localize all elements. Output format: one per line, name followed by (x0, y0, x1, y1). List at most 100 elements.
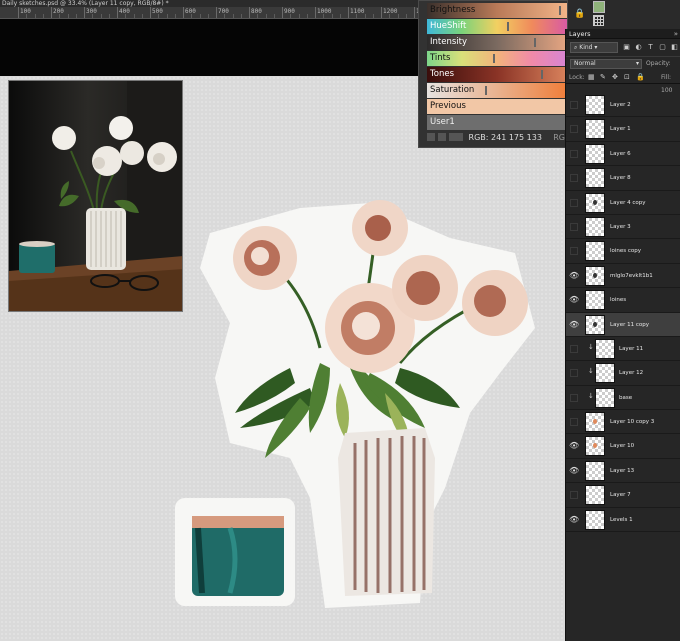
visibility-eye-icon[interactable] (570, 149, 578, 158)
user1-swatch[interactable]: User1 (427, 115, 567, 130)
reference-photo-image (9, 81, 182, 311)
visibility-eye-icon[interactable]: 👁 (569, 466, 579, 476)
lock-icon[interactable]: 🔒 (574, 9, 585, 19)
visibility-eye-icon[interactable]: 👁 (569, 295, 579, 305)
hueshift-knob[interactable] (507, 22, 509, 31)
layer-row[interactable]: 👁 Layer 11 copy (566, 312, 680, 337)
grid-icon[interactable] (593, 15, 604, 26)
lock-pixels-icon[interactable]: ✎ (600, 73, 608, 81)
panel-collapse-icon[interactable]: » (674, 29, 678, 39)
brightness-knob[interactable] (558, 6, 561, 15)
visibility-eye-icon[interactable] (570, 125, 578, 134)
brightness-slider[interactable]: Brightness (427, 3, 567, 18)
layer-row[interactable]: Layer 3 (566, 214, 680, 240)
layer-thumbnail[interactable] (585, 168, 605, 189)
intensity-slider[interactable]: Intensity (427, 35, 567, 50)
lock-transparency-icon[interactable]: ▦ (588, 73, 596, 81)
layer-thumbnail[interactable] (585, 290, 605, 311)
layer-row[interactable]: Layer 6 (566, 141, 680, 167)
layer-row[interactable]: Layer 7 (566, 483, 680, 508)
filter-kind-select[interactable]: ⌕ Kind ▾ (570, 42, 618, 53)
saturation-label: Saturation (430, 85, 475, 95)
shape-filter-icon[interactable]: ▢ (658, 43, 667, 52)
lock-artboard-icon[interactable]: ⊡ (624, 73, 632, 81)
layer-thumbnail[interactable] (585, 485, 605, 506)
visibility-eye-icon[interactable] (570, 247, 578, 256)
ruler-minor-tick (158, 14, 160, 18)
layer-row[interactable]: Layer 8 (566, 166, 680, 191)
layer-row[interactable]: 👁 Layer 13 (566, 458, 680, 484)
visibility-eye-icon[interactable] (570, 418, 578, 427)
visibility-eye-icon[interactable] (570, 393, 578, 402)
layer-row[interactable]: 👁 loines (566, 288, 680, 313)
layer-row[interactable]: ↓ Layer 12 (566, 361, 680, 386)
layer-thumbnail[interactable] (585, 314, 605, 335)
swatch-square-icon[interactable] (449, 133, 463, 141)
visibility-eye-icon[interactable]: 👁 (569, 441, 579, 451)
layer-row[interactable]: ↓ base (566, 385, 680, 411)
layer-thumbnail[interactable] (595, 338, 615, 359)
layer-row[interactable]: Layer 4 copy (566, 190, 680, 215)
layer-name: Layer 10 copy 3 (610, 419, 655, 426)
visibility-eye-icon[interactable] (570, 491, 578, 500)
layer-thumbnail[interactable] (585, 412, 605, 433)
visibility-eye-icon[interactable] (570, 222, 578, 231)
layer-thumbnail[interactable] (585, 95, 605, 115)
layer-thumbnail[interactable] (585, 460, 605, 481)
layer-row[interactable]: ↓ Layer 11 (566, 336, 680, 362)
swatch-thumbnail[interactable] (593, 1, 605, 13)
intensity-knob[interactable] (533, 38, 536, 47)
opacity-label[interactable]: Opacity: (646, 57, 671, 71)
ruler-tick-label: 300 (84, 7, 97, 18)
visibility-eye-icon[interactable]: 👁 (569, 320, 579, 330)
layer-row[interactable]: loines copy (566, 239, 680, 264)
layer-thumbnail[interactable] (585, 265, 605, 286)
swatch-square-icon[interactable] (427, 133, 435, 141)
previous-swatch[interactable]: Previous (427, 99, 567, 114)
layer-thumbnail[interactable] (585, 436, 605, 457)
lock-position-icon[interactable]: ✥ (612, 73, 620, 81)
tints-slider[interactable]: Tints (427, 51, 567, 66)
color-adjust-panel[interactable]: Brightness HueShift Intensity Tints Tone… (418, 0, 568, 148)
lock-all-icon[interactable]: 🔒 (636, 73, 645, 81)
visibility-eye-icon[interactable]: 👁 (569, 271, 579, 281)
adjustment-filter-icon[interactable]: ◐ (634, 43, 643, 52)
visibility-eye-icon[interactable] (570, 101, 578, 109)
saturation-knob[interactable] (484, 86, 487, 95)
layer-row[interactable]: Layer 1 (566, 117, 680, 142)
visibility-eye-icon[interactable]: 👁 (569, 515, 579, 525)
layer-thumbnail[interactable] (585, 509, 605, 530)
layer-thumbnail[interactable] (585, 216, 605, 237)
layer-thumbnail[interactable] (595, 363, 615, 384)
saturation-slider[interactable]: Saturation (427, 83, 567, 98)
visibility-eye-icon[interactable] (570, 369, 578, 378)
layers-panel[interactable]: Layers » ⌕ Kind ▾ ▣ ◐ T ▢ ◧ Normal ▾ Opac… (565, 29, 680, 641)
layer-list[interactable]: Layer 2 Layer 1 Layer 6 Layer 8 Layer 4 copy… (566, 93, 680, 533)
layer-thumbnail[interactable] (595, 387, 615, 408)
layers-panel-header: Layers » (566, 29, 680, 39)
layer-thumbnail[interactable] (585, 192, 605, 213)
layer-row[interactable]: 👁 Layer 10 (566, 434, 680, 459)
smart-object-filter-icon[interactable]: ◧ (670, 43, 679, 52)
tints-knob[interactable] (493, 54, 495, 63)
layer-row[interactable]: Layer 10 copy 3 (566, 410, 680, 435)
thumbnail-mark (593, 321, 597, 327)
visibility-eye-icon[interactable] (570, 174, 578, 183)
image-filter-icon[interactable]: ▣ (622, 43, 631, 52)
ruler-tick-label: 600 (183, 7, 196, 18)
blend-mode-select[interactable]: Normal ▾ (570, 59, 642, 69)
layer-row[interactable]: Layer 2 (566, 93, 680, 118)
type-filter-icon[interactable]: T (646, 43, 655, 52)
visibility-eye-icon[interactable] (570, 198, 578, 207)
tones-knob[interactable] (540, 70, 543, 79)
layer-thumbnail[interactable] (585, 119, 605, 140)
hueshift-slider[interactable]: HueShift (427, 19, 567, 34)
layer-row[interactable]: 👁 Levels 1 (566, 507, 680, 533)
visibility-eye-icon[interactable] (570, 344, 578, 353)
ruler-minor-tick (67, 14, 69, 18)
swatch-square-icon[interactable] (438, 133, 446, 141)
layer-thumbnail[interactable] (585, 241, 605, 262)
tones-slider[interactable]: Tones (427, 67, 567, 82)
layer-thumbnail[interactable] (585, 143, 605, 164)
layer-row[interactable]: 👁 mlglo7evklt1b1 (566, 263, 680, 289)
